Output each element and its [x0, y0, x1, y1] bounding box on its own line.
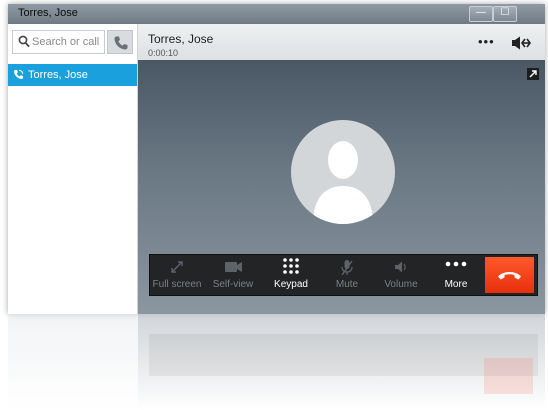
reflection-end-call [484, 358, 533, 394]
mic-muted-icon [341, 260, 353, 276]
mute-button[interactable]: Mute [324, 255, 370, 295]
keypad-button[interactable]: Keypad [265, 255, 317, 295]
self-view-label: Self-view [212, 279, 254, 290]
search-input[interactable] [32, 33, 104, 51]
audio-device-icon[interactable] [511, 36, 531, 55]
header-more-button[interactable]: ••• [478, 34, 495, 49]
phone-active-icon [14, 69, 24, 79]
contact-name: Torres, Jose [28, 69, 88, 81]
search-icon [18, 35, 30, 54]
call-button[interactable] [107, 30, 133, 54]
more-button[interactable]: More [434, 255, 478, 295]
phone-icon [114, 36, 128, 50]
keypad-icon [283, 258, 299, 274]
speaker-icon [395, 261, 406, 273]
expand-icon[interactable] [527, 67, 539, 85]
hang-up-icon [498, 272, 521, 280]
mute-label: Mute [335, 279, 359, 290]
volume-button[interactable]: Volume [378, 255, 424, 295]
window-reflection [8, 314, 545, 410]
title-bar[interactable]: Torres, Jose — ☐ [8, 4, 545, 24]
end-call-button[interactable] [485, 257, 534, 293]
minimize-button[interactable]: — [469, 6, 493, 22]
call-header: Torres, Jose 0:00:10 ••• [138, 24, 545, 61]
video-area: Full screen Self-view Keypad Mute Volume… [138, 60, 545, 314]
contact-avatar [291, 120, 395, 224]
person-silhouette-icon [313, 141, 373, 224]
more-label: More [444, 279, 468, 290]
contact-item-torres-jose[interactable]: Torres, Jose [8, 64, 137, 86]
fullscreen-button[interactable]: Full screen [152, 255, 202, 295]
call-duration: 0:00:10 [148, 48, 179, 58]
caller-name: Torres, Jose [148, 32, 214, 46]
keypad-label: Keypad [274, 279, 308, 290]
reflection-toolbar [149, 334, 538, 376]
window-title: Torres, Jose [18, 7, 78, 19]
fullscreen-icon [171, 261, 183, 273]
search-box[interactable] [12, 30, 105, 54]
self-view-button[interactable]: Self-view [207, 255, 259, 295]
call-window: Torres, Jose — ☐ Torres, Jose [8, 4, 545, 314]
volume-label: Volume [384, 279, 418, 290]
more-icon [445, 261, 467, 267]
maximize-button[interactable]: ☐ [493, 6, 517, 22]
sidebar: Torres, Jose [8, 24, 138, 314]
call-toolbar: Full screen Self-view Keypad Mute Volume… [149, 254, 538, 296]
fullscreen-label: Full screen [152, 279, 202, 290]
camera-icon [225, 262, 242, 272]
